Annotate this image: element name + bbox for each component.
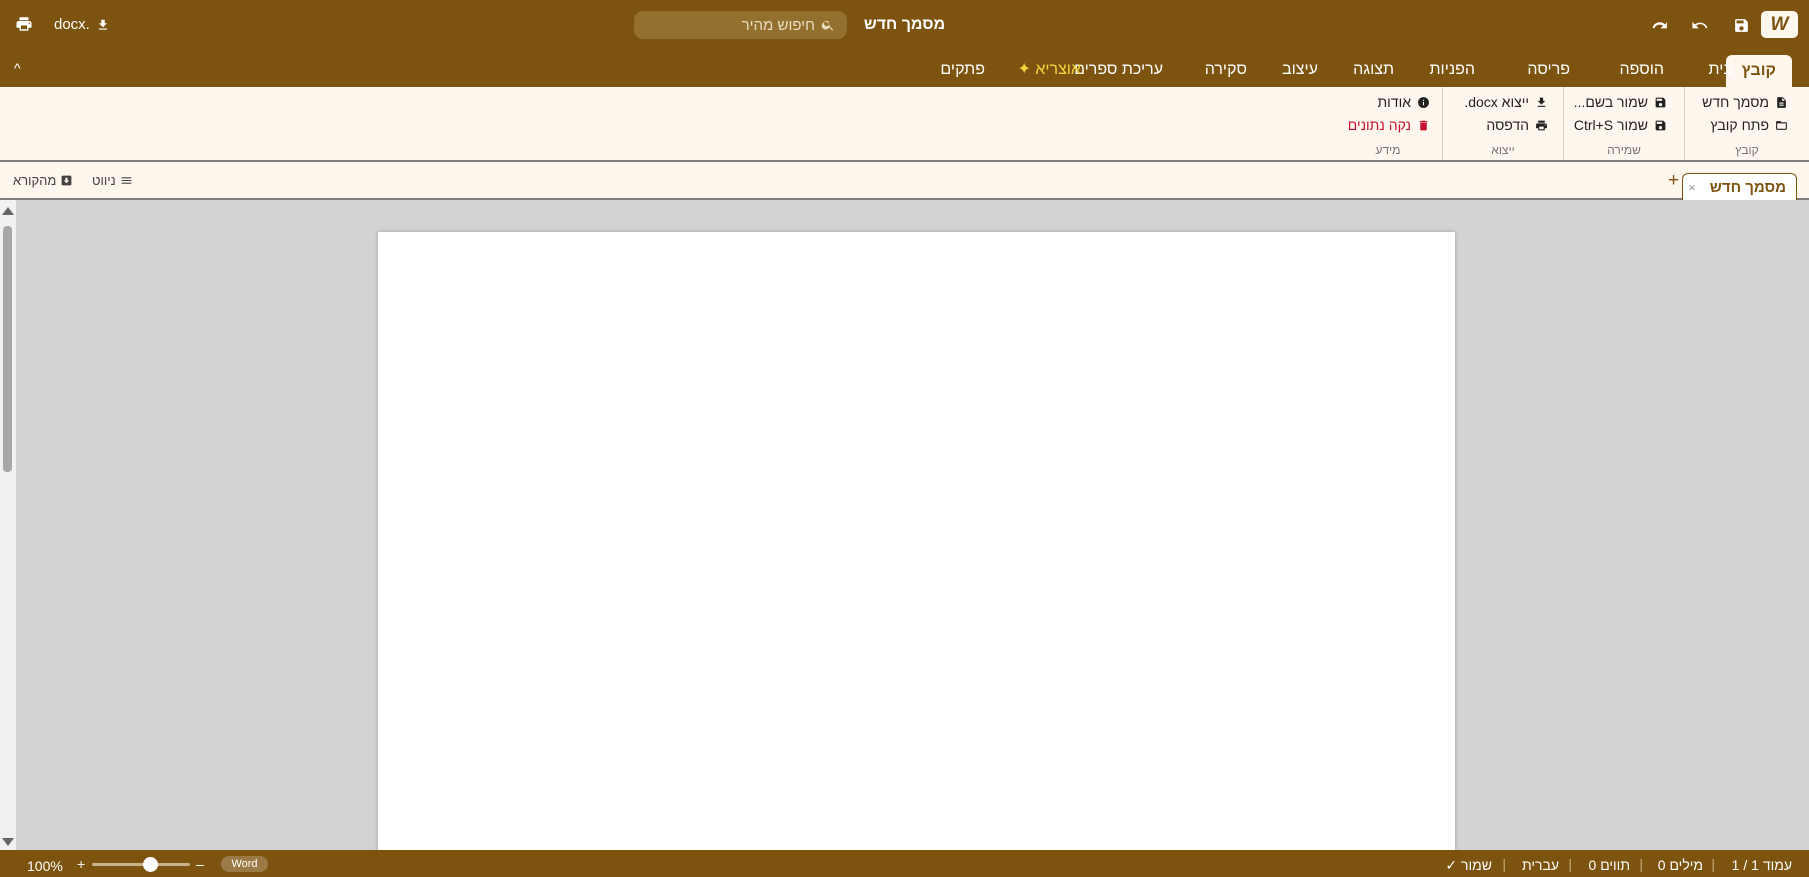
save-label: שמור Ctrl+S	[1573, 117, 1648, 133]
group-label-info: מידע	[1375, 143, 1401, 157]
redo-icon[interactable]	[1648, 13, 1672, 37]
scrollbar-thumb[interactable]	[3, 226, 12, 472]
scroll-up-arrow[interactable]	[2, 207, 14, 215]
tab-review[interactable]: סקירה	[1205, 52, 1247, 87]
ribbon-group-file: מסמך חדש פתח קובץ קובץ	[1684, 87, 1809, 160]
document-title: מסמך חדש	[863, 16, 946, 33]
new-file-icon	[1777, 96, 1786, 108]
save-as-button[interactable]: שמור בשם...	[1574, 94, 1667, 110]
document-page[interactable]	[378, 232, 1455, 850]
app-logo: W	[1761, 11, 1798, 38]
mode-badge: Word	[221, 856, 268, 872]
tab-home[interactable]: בית	[1709, 52, 1733, 87]
clear-data-button[interactable]: נקה נתונים	[1348, 117, 1430, 133]
ribbon-panel: מסמך חדש פתח קובץ קובץ שמור בשם... שמור …	[0, 87, 1809, 162]
from-reader-button[interactable]: מהקורא	[13, 173, 73, 188]
tab-book-editing[interactable]: עריכת ספרים	[1074, 52, 1163, 87]
download-icon	[1537, 97, 1546, 107]
ribbon-group-info: אודות נקה נתונים מידע	[1334, 87, 1442, 160]
document-tab[interactable]: מסמך חדש ×	[1682, 173, 1797, 200]
save-icon	[1655, 97, 1666, 107]
print-icon	[1536, 120, 1547, 130]
status-separator: |	[1502, 856, 1506, 872]
new-document-label: מסמך חדש	[1702, 94, 1769, 110]
document-canvas	[16, 200, 1809, 850]
open-file-label: פתח קובץ	[1710, 117, 1769, 133]
save-button[interactable]: שמור Ctrl+S	[1574, 117, 1667, 133]
close-tab-icon[interactable]: ×	[1688, 180, 1696, 195]
tab-view[interactable]: תצוגה	[1353, 52, 1394, 87]
zoom-level: 100%	[27, 858, 63, 874]
menu-icon	[121, 177, 132, 184]
document-tab-bar: מסמך חדש ×	[0, 162, 1809, 200]
char-count: 0 תווים	[1588, 857, 1631, 873]
search-placeholder: חיפוש מהיר	[741, 16, 815, 34]
tab-design[interactable]: עיצוב	[1282, 52, 1318, 87]
vertical-scrollbar[interactable]	[0, 200, 16, 850]
undo-icon[interactable]	[1687, 13, 1711, 37]
export-docx-button[interactable]: docx.	[54, 16, 110, 33]
group-label-save: שמירה	[1607, 143, 1641, 157]
info-icon	[1418, 96, 1429, 108]
title-bar: W מסמך חדש חיפוש מהיר docx.	[0, 0, 1809, 52]
ribbon-group-export: ייצוא docx. הדפסה ייצוא	[1442, 87, 1563, 160]
status-bar: עמוד 1 / 1 | 0 מילים | 0 תווים | עברית |…	[0, 850, 1809, 877]
language-indicator[interactable]: עברית	[1522, 857, 1559, 873]
about-label: אודות	[1377, 94, 1412, 110]
about-button[interactable]: אודות	[1378, 94, 1431, 110]
group-label-export: ייצוא	[1491, 143, 1515, 157]
trash-icon	[1419, 120, 1428, 130]
print-button[interactable]: הדפסה	[1486, 117, 1548, 133]
export-label: docx.	[54, 16, 90, 33]
status-separator: |	[1711, 856, 1715, 872]
tab-insert[interactable]: הוספה	[1619, 52, 1664, 87]
print-label: הדפסה	[1486, 117, 1529, 133]
ribbon-group-save: שמור בשם... שמור Ctrl+S שמירה	[1563, 87, 1684, 160]
save-as-label: שמור בשם...	[1573, 94, 1648, 110]
navigation-label: ניווט	[92, 173, 116, 188]
open-file-button[interactable]: פתח קובץ	[1710, 117, 1788, 133]
save-icon	[1655, 120, 1666, 130]
clear-data-label: נקה נתונים	[1347, 117, 1411, 133]
word-count: 0 מילים	[1657, 857, 1703, 873]
search-icon	[821, 18, 835, 32]
zoom-out-button[interactable]: –	[196, 856, 204, 872]
add-tab-button[interactable]: +	[1668, 170, 1679, 192]
export-docx-ribbon-button[interactable]: ייצוא docx.	[1464, 94, 1548, 110]
status-separator: |	[1639, 856, 1643, 872]
tab-file[interactable]: קובץ	[1725, 55, 1792, 87]
zoom-slider-knob[interactable]	[143, 857, 159, 872]
tab-layout[interactable]: פריסה	[1527, 52, 1570, 87]
save-status: ✓ שמור	[1445, 857, 1492, 873]
group-label-file: קובץ	[1735, 143, 1759, 157]
document-tab-label: מסמך חדש	[1709, 178, 1786, 196]
folder-icon	[1776, 120, 1787, 130]
navigation-button[interactable]: ניווט	[92, 173, 133, 188]
status-separator: |	[1568, 856, 1572, 872]
scroll-down-arrow[interactable]	[2, 838, 14, 846]
zoom-slider[interactable]	[92, 857, 190, 872]
print-icon[interactable]	[15, 15, 33, 38]
download-icon	[98, 19, 107, 30]
save-icon[interactable]	[1729, 13, 1753, 37]
tab-otzaria[interactable]: ✦ אוצריא	[1017, 52, 1081, 87]
page-count: עמוד 1 / 1	[1731, 857, 1792, 873]
new-document-button[interactable]: מסמך חדש	[1702, 94, 1788, 110]
from-reader-label: מהקורא	[13, 173, 57, 188]
zoom-in-button[interactable]: +	[77, 856, 85, 872]
tab-notes[interactable]: פתקים	[940, 52, 985, 87]
collapse-ribbon-button[interactable]: ^	[14, 60, 21, 76]
tab-references[interactable]: הפניות	[1430, 52, 1476, 87]
ribbon-tabs: קובץ בית הוספה פריסה הפניות תצוגה עיצוב …	[0, 52, 1809, 87]
quick-search-input[interactable]: חיפוש מהיר	[634, 11, 847, 39]
export-docx-label: ייצוא docx.	[1464, 94, 1529, 110]
import-icon	[61, 175, 72, 186]
